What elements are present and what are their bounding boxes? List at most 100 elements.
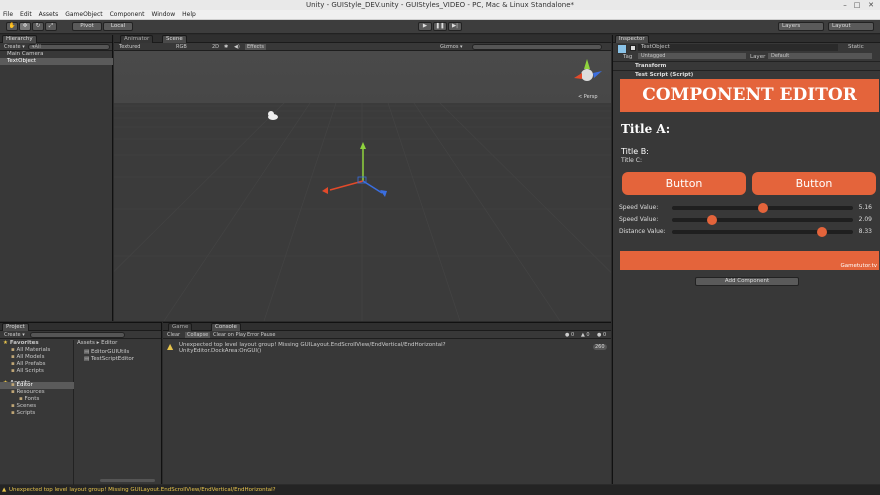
project-tree-item[interactable]: ▪ All Scripts [0,368,74,375]
layout-dropdown[interactable]: Layout [828,22,874,31]
move-tool-button[interactable]: ✥ [19,22,31,31]
script-label: Test Script (Script) [635,72,694,78]
menu-file[interactable]: File [3,11,13,18]
hierarchy-item-textobject[interactable]: TextObject [0,58,113,65]
audio-toggle[interactable]: ◀) [234,44,240,50]
slider-track[interactable] [672,227,853,237]
console-error-pause-toggle[interactable]: Error Pause [247,332,275,338]
file-item-editorguiutils[interactable]: ▤ EditorGUIUtils [84,349,129,355]
gizmos-dropdown[interactable]: Gizmos ▾ [440,44,463,50]
component-editor-header: COMPONENT EDITOR [620,79,879,112]
menu-component[interactable]: Component [110,11,145,18]
console-log-entry[interactable]: ▲ Unexpected top level layout group! Mis… [167,342,607,358]
console-collapse-toggle[interactable]: Collapse [185,332,211,338]
project-tree-item[interactable]: ▪ Editor [0,382,74,389]
warning-icon: ▲ [167,342,174,351]
component-button-2[interactable]: Button [752,172,876,195]
scene-search-input[interactable] [472,44,602,50]
hand-tool-button[interactable]: ✋ [6,22,18,31]
console-info-toggle[interactable]: ● 0 [565,332,574,338]
tab-inspector[interactable]: Inspector [615,35,649,43]
status-message[interactable]: Unexpected top level layout group! Missi… [9,487,276,493]
hierarchy-item-main-camera[interactable]: Main Camera [0,51,113,58]
tree-item-label: Resources [16,389,45,395]
scene-viewport[interactable]: < Persp [114,51,611,321]
file-item-testscripteditor[interactable]: ▤ TestScriptEditor [84,356,134,362]
hierarchy-search-input[interactable]: ▾All [28,44,110,50]
project-tree-item[interactable]: ▪ All Models [0,354,74,361]
project-tree-item[interactable]: ▪ All Prefabs [0,361,74,368]
tree-item-label: Scripts [16,410,36,416]
project-tree-item[interactable]: ▪ Scenes [0,403,74,410]
project-tree-item[interactable]: ★ Favorites [0,340,74,347]
console-clear-button[interactable]: Clear [167,332,180,338]
pause-button[interactable]: ❚❚ [433,22,447,31]
tab-hierarchy[interactable]: Hierarchy [2,35,37,43]
project-tree-item[interactable]: ▪ All Materials [0,347,74,354]
project-tree-item[interactable]: ▪ Resources [0,389,74,396]
local-toggle[interactable]: Local [103,22,133,31]
console-header: Game Console [163,323,611,331]
component-button-1[interactable]: Button [622,172,746,195]
lighting-toggle[interactable]: ✱ [224,44,228,50]
slider-value: 2.09 [858,216,872,223]
tab-console[interactable]: Console [211,323,241,331]
step-button[interactable]: ▶| [448,22,462,31]
footer-text: Gametutor.tv [840,263,877,269]
project-tree-item[interactable]: ▪ Scripts [0,410,74,417]
tab-animator[interactable]: Animator [120,35,154,43]
slider-handle[interactable] [757,203,768,213]
scene-header: Animator Scene [114,35,611,43]
tree-item-label: All Scripts [16,368,44,374]
tab-project[interactable]: Project [2,323,29,331]
persp-label[interactable]: < Persp [578,94,598,100]
title-b: Title B: [621,147,649,156]
2d-toggle[interactable]: 2D [212,44,219,50]
tree-item-label: Scenes [16,403,37,409]
slider-track[interactable] [672,215,853,225]
star-icon: ★ [3,340,10,346]
add-component-button[interactable]: Add Component [695,277,799,286]
rotate-tool-button[interactable]: ↻ [32,22,44,31]
menu-gameobject[interactable]: GameObject [65,11,102,18]
project-create-button[interactable]: Create ▾ [4,332,25,338]
static-checkbox[interactable]: Static [848,44,864,50]
console-warning-toggle[interactable]: ▲ 0 [581,332,590,338]
minimize-button[interactable]: – [840,1,850,9]
layers-dropdown[interactable]: Layers [778,22,824,31]
object-name-field[interactable]: TestObject [638,44,838,51]
project-toolbar: Create ▾ [0,331,161,339]
maximize-button[interactable]: □ [852,1,862,9]
close-button[interactable]: ✕ [866,1,876,9]
scale-tool-button[interactable]: ⤢ [45,22,57,31]
pivot-toggle[interactable]: Pivot [72,22,102,31]
test-script-component-header[interactable]: Test Script (Script) [613,70,880,78]
hierarchy-create-button[interactable]: Create ▾ [4,44,25,50]
rgb-dropdown[interactable]: RGB [176,44,187,50]
status-bar: ▲ Unexpected top level layout group! Mis… [0,485,880,495]
transform-label: Transform [635,63,667,69]
menu-window[interactable]: Window [151,11,175,18]
play-icon: ▶ [422,23,428,29]
project-search-input[interactable] [30,332,125,338]
active-checkbox[interactable] [630,45,636,51]
console-clear-on-play-toggle[interactable]: Clear on Play [213,332,246,338]
project-tree-item[interactable]: ▪ Fonts [0,396,74,403]
menu-help[interactable]: Help [182,11,196,18]
play-button[interactable]: ▶ [418,22,432,31]
tag-dropdown[interactable]: Untagged [638,53,746,59]
file-label: TestScriptEditor [90,356,135,362]
slider-track[interactable] [672,203,853,213]
shading-mode-dropdown[interactable]: Textured [119,44,140,50]
menu-assets[interactable]: Assets [39,11,59,18]
effects-dropdown[interactable]: Effects [245,44,266,50]
tab-game[interactable]: Game [168,323,193,331]
layer-dropdown[interactable]: Default [768,53,872,59]
console-error-toggle[interactable]: ● 0 [597,332,606,338]
menu-edit[interactable]: Edit [20,11,32,18]
tab-scene[interactable]: Scene [162,35,187,43]
slider-handle[interactable] [706,215,717,225]
slider-handle[interactable] [817,227,828,237]
transform-component-header[interactable]: Transform [613,61,880,69]
icon-size-slider[interactable] [100,479,155,482]
